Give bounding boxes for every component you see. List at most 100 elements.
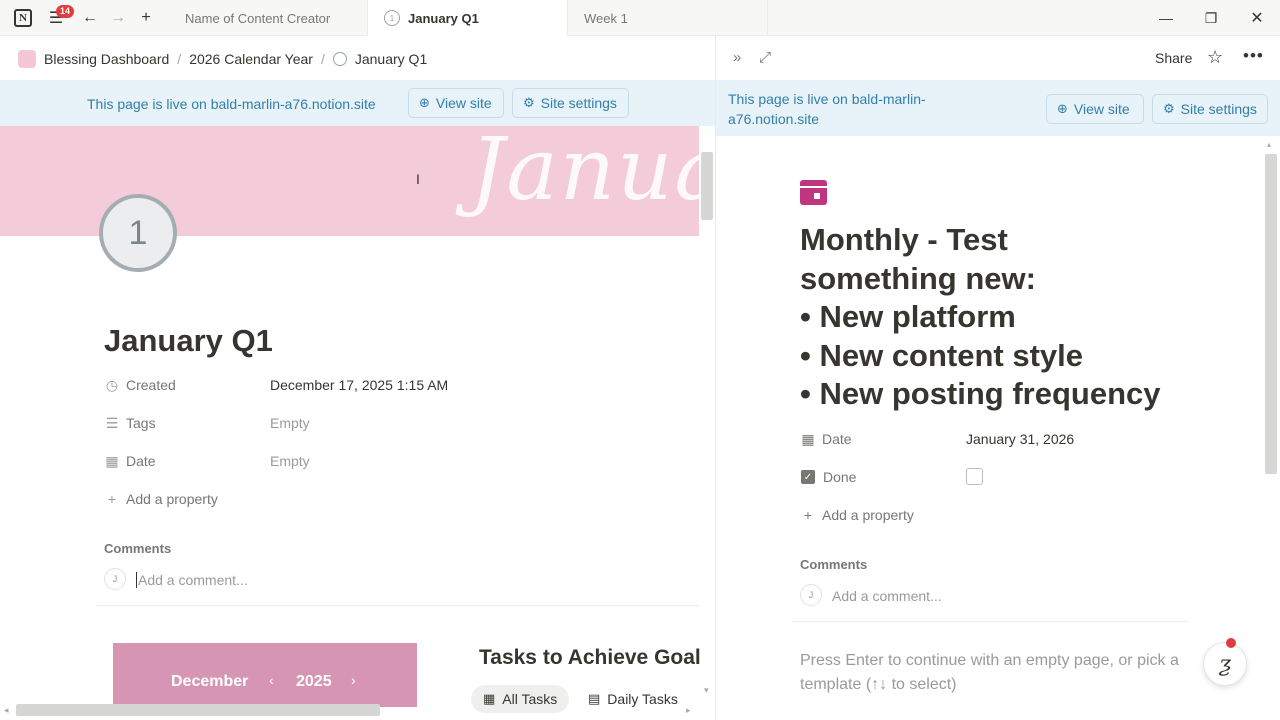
view-site-button[interactable]: ⊕ View site <box>408 88 504 118</box>
calendar-month: December <box>171 673 249 690</box>
breadcrumb-separator: / <box>177 51 182 67</box>
breadcrumb-item-january-q1[interactable]: January Q1 <box>355 51 427 67</box>
site-live-banner: This page is live on bald-marlin-a76.not… <box>716 80 1280 136</box>
property-created[interactable]: ◷ Created <box>104 373 176 397</box>
clock-page-icon[interactable]: 1 <box>99 194 177 272</box>
divider <box>792 621 1188 622</box>
close-peek-icon[interactable]: » <box>733 49 741 66</box>
view-site-label: View site <box>1073 101 1130 117</box>
site-settings-label: Site settings <box>1180 101 1257 117</box>
property-done[interactable]: ✓ Done <box>800 465 856 489</box>
title-bar: N ☰ 14 ← → + Name of Content Creator 1 J… <box>0 0 1280 36</box>
notion-logo-icon[interactable]: N <box>14 9 32 27</box>
title-line: • New posting frequency <box>800 376 1161 412</box>
title-line: something new: <box>800 260 1036 296</box>
add-property-button[interactable]: + Add a property <box>104 487 218 511</box>
tab-january-q1[interactable]: 1 January Q1 <box>368 0 568 36</box>
comment-input[interactable]: Add a comment... <box>832 588 942 604</box>
property-created-value: December 17, 2025 1:15 AM <box>270 377 449 393</box>
vertical-scrollbar[interactable] <box>1265 154 1277 474</box>
comments-heading: Comments <box>104 541 172 556</box>
site-settings-button[interactable]: ⚙ Site settings <box>1152 94 1268 124</box>
plus-icon: + <box>803 507 813 523</box>
notification-dot-icon <box>1226 638 1236 648</box>
expand-icon[interactable]: ⤢ <box>759 49 771 66</box>
comment-input[interactable]: Add a comment... <box>136 572 248 588</box>
checkbox-icon: ✓ <box>801 470 815 484</box>
site-live-text[interactable]: This page is live on bald-marlin-a76.not… <box>728 89 958 129</box>
calendar-icon: ▦ <box>105 452 119 469</box>
chevron-left-icon[interactable]: ‹ <box>269 672 274 688</box>
side-peek-pane: » ⤢ Share ☆ ••• This page is live on bal… <box>716 37 1280 720</box>
clock-icon <box>332 52 347 66</box>
back-arrow-icon[interactable]: ← <box>80 8 100 28</box>
star-icon[interactable]: ☆ <box>1207 47 1223 68</box>
forward-arrow-icon[interactable]: → <box>108 8 128 28</box>
property-date-value[interactable]: January 31, 2026 <box>966 431 1074 447</box>
property-label: Tags <box>126 415 156 431</box>
scroll-down-arrow-icon[interactable]: ▾ <box>704 685 709 696</box>
empty-page-hint[interactable]: Press Enter to continue with an empty pa… <box>800 649 1200 697</box>
site-live-banner: This page is live on bald-marlin-a76.not… <box>0 80 715 126</box>
scroll-right-arrow-icon[interactable]: ▸ <box>686 705 691 716</box>
add-property-button[interactable]: + Add a property <box>800 503 914 527</box>
vertical-scrollbar[interactable] <box>701 152 713 220</box>
text-cursor-icon: I <box>416 171 420 187</box>
tab-name-of-content-creator[interactable]: Name of Content Creator <box>169 0 368 36</box>
divider <box>96 605 699 606</box>
property-tags-value[interactable]: Empty <box>270 415 310 431</box>
scroll-left-arrow-icon[interactable]: ◂ <box>4 705 9 716</box>
tab-label: Name of Content Creator <box>185 10 331 26</box>
avatar: J <box>104 568 126 590</box>
close-icon[interactable]: ✕ <box>1247 8 1267 28</box>
calendar-widget: December ‹ 2025 › <box>113 643 417 707</box>
breadcrumb-item-blessing-dashboard[interactable]: Blessing Dashboard <box>44 51 169 67</box>
tab-daily-tasks[interactable]: ▤ Daily Tasks <box>576 685 690 713</box>
breadcrumb: Blessing Dashboard / 2026 Calendar Year … <box>18 47 427 71</box>
horizontal-scrollbar[interactable] <box>16 704 380 716</box>
view-tab-label: Daily Tasks <box>607 691 678 707</box>
notion-ai-icon[interactable]: ƺ <box>1203 642 1247 686</box>
cover-script-lettering: January <box>470 126 699 220</box>
tab-week-1[interactable]: Week 1 <box>568 0 768 36</box>
property-tags[interactable]: ☰ Tags <box>104 411 156 435</box>
add-property-label: Add a property <box>126 491 218 507</box>
page-title[interactable]: January Q1 <box>104 323 273 359</box>
calendar-icon: ▦ <box>801 430 815 447</box>
calendar-page-icon[interactable] <box>800 180 827 205</box>
scroll-up-arrow-icon[interactable]: ▴ <box>1267 140 1271 149</box>
tab-all-tasks[interactable]: ▦ All Tasks <box>471 685 570 713</box>
site-settings-label: Site settings <box>540 95 617 111</box>
page-title[interactable]: Monthly - Test something new: • New plat… <box>800 221 1260 414</box>
plus-icon: + <box>107 491 117 507</box>
property-date-value[interactable]: Empty <box>270 453 310 469</box>
avatar: J <box>800 584 822 606</box>
notification-badge: 14 <box>56 5 75 18</box>
property-date[interactable]: ▦ Date <box>104 449 156 473</box>
dashboard-page-icon <box>18 50 36 68</box>
breadcrumb-separator: / <box>320 51 325 67</box>
gear-icon: ⚙ <box>523 95 535 110</box>
view-site-button[interactable]: ⊕ View site <box>1046 94 1144 124</box>
globe-icon: ⊕ <box>1057 101 1068 116</box>
chevron-right-icon[interactable]: › <box>351 672 356 688</box>
share-button[interactable]: Share <box>1155 50 1192 66</box>
more-options-icon[interactable]: ••• <box>1243 46 1264 66</box>
breadcrumb-item-2026-calendar-year[interactable]: 2026 Calendar Year <box>189 51 313 67</box>
calendar-icon: ▤ <box>588 691 601 706</box>
globe-icon: ⊕ <box>419 95 430 110</box>
tab-label: Week 1 <box>584 10 628 26</box>
main-page-pane: Blessing Dashboard / 2026 Calendar Year … <box>0 37 715 720</box>
restore-icon[interactable]: ❐ <box>1201 8 1221 28</box>
new-tab-icon[interactable]: + <box>136 8 156 28</box>
property-label: Date <box>126 453 156 469</box>
tasks-heading: Tasks to Achieve Goal <box>479 646 701 669</box>
site-live-text[interactable]: This page is live on bald-marlin-a76.not… <box>87 96 376 112</box>
property-label: Date <box>822 431 852 447</box>
done-checkbox[interactable] <box>966 468 983 485</box>
tab-label: January Q1 <box>408 10 479 26</box>
property-date[interactable]: ▦ Date <box>800 427 852 451</box>
minimize-icon[interactable]: — <box>1156 8 1176 28</box>
title-line: • New content style <box>800 337 1084 373</box>
site-settings-button[interactable]: ⚙ Site settings <box>512 88 629 118</box>
